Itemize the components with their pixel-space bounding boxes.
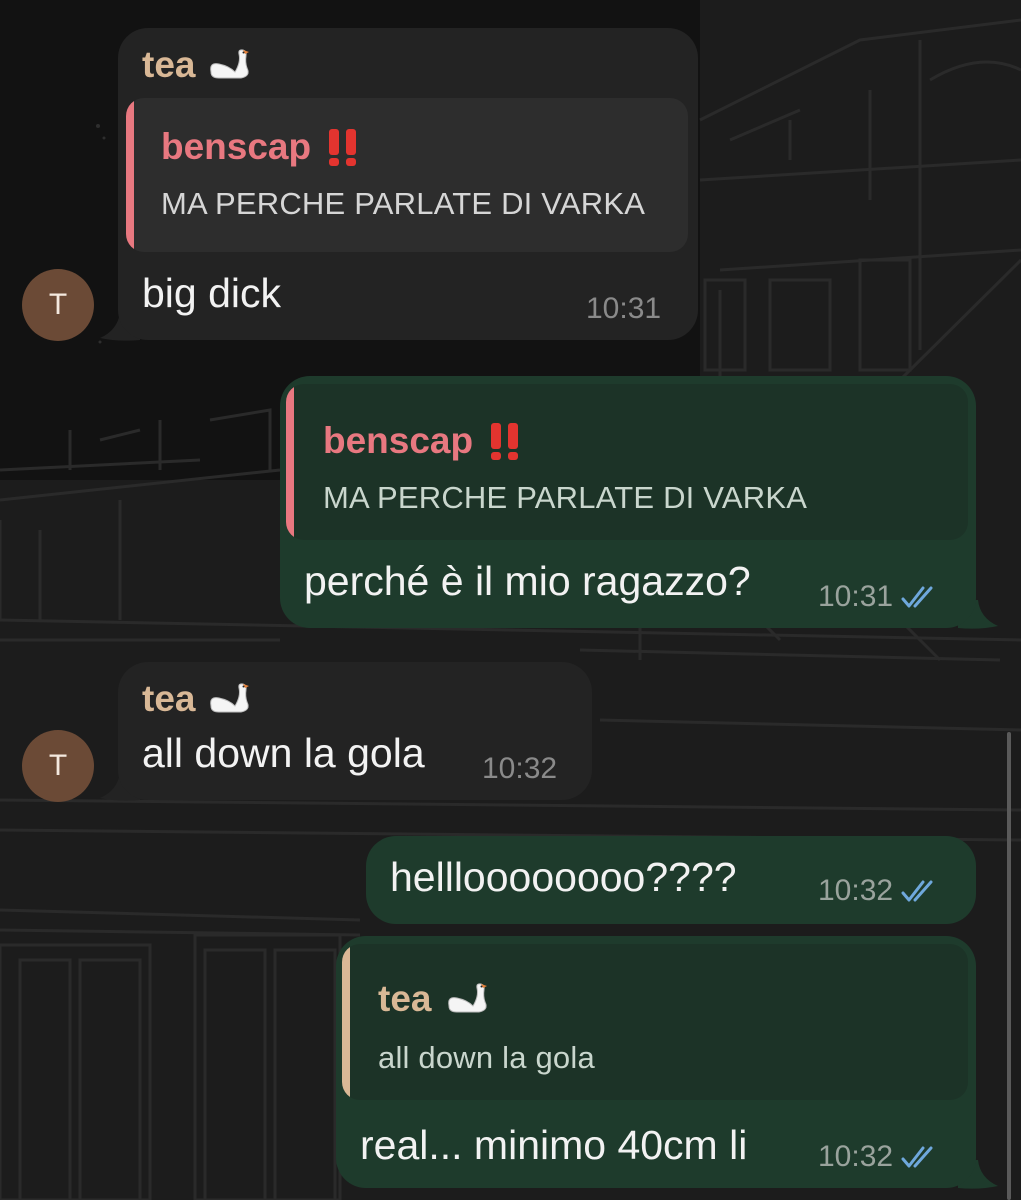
reply-text: MA PERCHE PARLATE DI VARKA (323, 480, 808, 515)
message-time-label: 10:32 (818, 874, 894, 907)
message-time: 10:31 (586, 292, 661, 326)
double-check-icon (901, 586, 933, 608)
double-exclamation-icon (491, 423, 519, 460)
message-time: 10:32 (818, 874, 941, 908)
avatar[interactable]: T (22, 269, 94, 341)
reply-sender-label: tea (378, 978, 432, 1019)
reply-accent-bar (126, 98, 134, 252)
outgoing-message-bubble[interactable]: hellloooooooo???? 10:32 (366, 836, 976, 924)
double-check-icon (901, 880, 933, 902)
reply-text: MA PERCHE PARLATE DI VARKA (161, 186, 646, 221)
reply-sender-name: benscap (161, 126, 363, 168)
outgoing-message-bubble[interactable]: benscap MA PERCHE PARLATE DI VARKA perch… (280, 376, 976, 628)
avatar[interactable]: T (22, 730, 94, 802)
incoming-message-bubble[interactable]: tea all down la gola 10:32 (118, 662, 592, 800)
swan-icon (210, 683, 250, 713)
reply-accent-bar (342, 944, 350, 1100)
message-time-label: 10:32 (818, 1140, 894, 1173)
reply-sender-label: benscap (161, 126, 312, 167)
message-text: real... minimo 40cm li (360, 1122, 748, 1168)
double-exclamation-icon (329, 129, 357, 166)
reply-preview[interactable]: benscap MA PERCHE PARLATE DI VARKA (286, 384, 968, 540)
sender-name[interactable]: tea (142, 44, 259, 86)
message-time: 10:31 (818, 580, 941, 614)
message-text: all down la gola (142, 730, 425, 776)
reply-preview[interactable]: benscap MA PERCHE PARLATE DI VARKA (126, 98, 688, 252)
message-text: perché è il mio ragazzo? (304, 558, 751, 604)
message-time-label: 10:31 (818, 580, 894, 613)
swan-icon (210, 49, 250, 79)
avatar-letter: T (48, 749, 68, 782)
reply-accent-bar (286, 384, 294, 540)
message-time-label: 10:32 (482, 752, 558, 785)
outgoing-message-bubble[interactable]: tea all down la gola real... minimo 40cm… (336, 936, 976, 1188)
message-time: 10:32 (482, 752, 557, 786)
double-check-icon (901, 1146, 933, 1168)
reply-sender-name: benscap (323, 420, 525, 462)
incoming-message-bubble[interactable]: tea benscap MA PERCHE PARLATE DI VARKA b… (118, 28, 698, 340)
sender-name[interactable]: tea (142, 678, 259, 720)
reply-preview[interactable]: tea all down la gola (342, 944, 968, 1100)
message-time: 10:32 (818, 1140, 941, 1174)
swan-icon (448, 983, 488, 1013)
message-text: big dick (142, 270, 282, 316)
scrollbar[interactable] (1007, 732, 1011, 1200)
message-time-label: 10:31 (586, 292, 662, 325)
reply-sender-label: benscap (323, 420, 474, 461)
sender-name-label: tea (142, 44, 196, 85)
sender-name-label: tea (142, 678, 196, 719)
reply-sender-name: tea (378, 978, 497, 1020)
message-text: hellloooooooo???? (390, 854, 737, 900)
avatar-letter: T (48, 288, 68, 321)
reply-text: all down la gola (378, 1040, 595, 1075)
